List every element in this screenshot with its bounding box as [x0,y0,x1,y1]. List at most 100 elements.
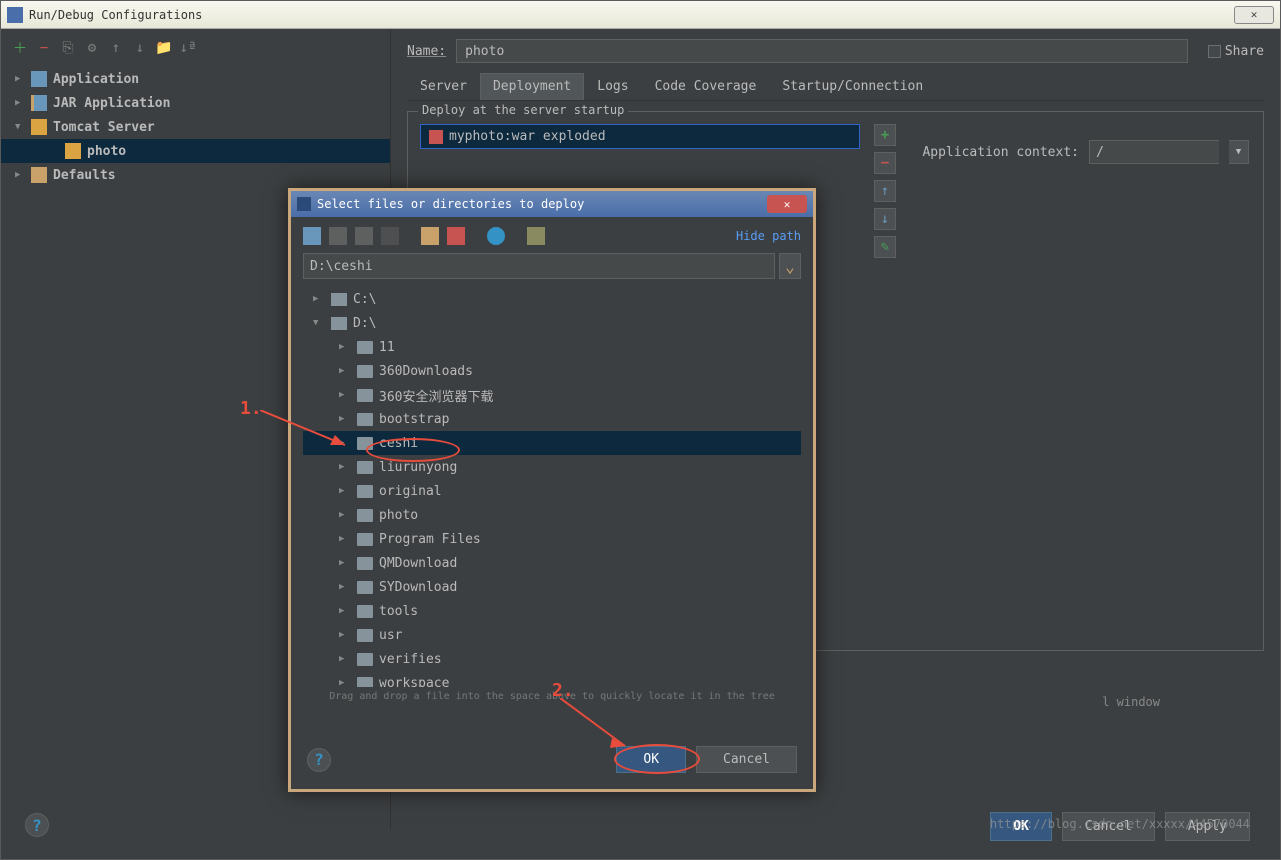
help-button[interactable]: ? [25,813,49,837]
appctx-dropdown-icon[interactable]: ▼ [1229,140,1249,164]
file-item[interactable]: ▶360安全浏览器下载 [303,383,801,407]
expand-icon[interactable]: ▶ [339,606,351,616]
file-label: 11 [379,340,395,355]
file-label: liurunyong [379,460,457,475]
file-item[interactable]: ▶ tools [303,599,801,623]
show-hidden-icon[interactable] [527,227,545,245]
tree-item-defaults[interactable]: ▶Defaults [1,163,390,187]
window-title: Run/Debug Configurations [29,8,202,22]
tree-item-tomcat-server[interactable]: ▼ Tomcat Server [1,115,390,139]
expand-icon[interactable]: ▼ [15,122,27,132]
tree-item-jar-application[interactable]: ▶JAR Application [1,91,390,115]
file-label: 360Downloads [379,364,473,379]
file-item[interactable]: ▶ceshi [303,431,801,455]
tab-code-coverage[interactable]: Code Coverage [642,73,770,100]
expand-icon[interactable]: ▶ [339,630,351,640]
new-folder-icon[interactable] [421,227,439,245]
file-item[interactable]: ▶ 11 [303,335,801,359]
expand-icon[interactable]: ▶ [339,438,351,448]
folder-icon [357,341,373,354]
folder-icon[interactable]: 📁 [155,39,173,57]
close-button[interactable]: ✕ [1234,6,1274,24]
path-input[interactable] [303,253,775,279]
hide-path-link[interactable]: Hide path [736,229,801,243]
tree-label: Tomcat Server [53,120,155,135]
dialog-close-button[interactable]: ✕ [767,195,807,213]
expand-icon[interactable]: ▶ [339,582,351,592]
dialog-body: Hide path ⌄ ▶C:\▼D:\ ▶ 11 ▶ 360Downloads ▶360… [291,217,813,787]
file-item[interactable]: ▶ liurunyong [303,455,801,479]
expand-icon[interactable]: ▼ [313,318,325,328]
expand-icon[interactable]: ▶ [339,510,351,520]
file-item[interactable]: ▶Program Files [303,527,801,551]
refresh-icon[interactable] [487,227,505,245]
up-artifact-button[interactable]: ↑ [874,180,896,202]
project-icon[interactable] [355,227,373,245]
up-icon[interactable]: ↑ [107,39,125,57]
artifact-item[interactable]: myphoto:war exploded [420,124,860,149]
file-label: bootstrap [379,412,449,427]
expand-icon[interactable]: ▶ [339,654,351,664]
home-icon[interactable] [303,227,321,245]
tree-item-photo[interactable]: photo [1,139,390,163]
desktop-icon[interactable] [329,227,347,245]
settings-icon[interactable]: ⚙ [83,39,101,57]
add-artifact-button[interactable]: + [874,124,896,146]
tomcat-icon [65,143,81,159]
tree-label: photo [87,144,126,159]
path-row: ⌄ [303,253,801,279]
file-item[interactable]: ▶C:\ [303,287,801,311]
file-item[interactable]: ▶usr [303,623,801,647]
file-item[interactable]: ▶SYDownload [303,575,801,599]
file-label: tools [379,604,418,619]
tab-deployment[interactable]: Deployment [480,73,584,100]
config-tree: ▶Application▶JAR Application ▼ Tomcat Serv… [1,61,390,193]
file-item[interactable]: ▶original [303,479,801,503]
expand-icon[interactable]: ▶ [15,170,27,180]
dialog-ok-button[interactable]: OK [616,746,686,773]
file-item[interactable]: ▶verifies [303,647,801,671]
module-icon[interactable] [381,227,399,245]
dialog-help-button[interactable]: ? [307,748,331,772]
expand-icon[interactable]: ▶ [339,486,351,496]
edit-artifact-button[interactable]: ✎ [874,236,896,258]
tree-item-application[interactable]: ▶Application [1,67,390,91]
file-item[interactable]: ▶ bootstrap [303,407,801,431]
folder-icon [357,653,373,666]
file-item[interactable]: ▶ 360Downloads [303,359,801,383]
share-checkbox[interactable] [1208,45,1221,58]
expand-icon[interactable]: ▶ [339,678,351,687]
expand-icon[interactable]: ▶ [339,414,351,424]
down-artifact-button[interactable]: ↓ [874,208,896,230]
name-label: Name: [407,44,446,59]
tab-server[interactable]: Server [407,73,480,100]
remove-config-icon[interactable]: − [35,39,53,57]
tab-startup-connection[interactable]: Startup/Connection [769,73,936,100]
file-item[interactable]: ▶QMDownload [303,551,801,575]
delete-icon[interactable] [447,227,465,245]
expand-icon[interactable]: ▶ [339,462,351,472]
remove-artifact-button[interactable]: − [874,152,896,174]
file-item[interactable]: ▶photo [303,503,801,527]
expand-icon[interactable]: ▶ [15,74,27,84]
expand-icon[interactable]: ▶ [339,390,351,400]
expand-icon[interactable]: ▶ [339,342,351,352]
down-icon[interactable]: ↓ [131,39,149,57]
appctx-input[interactable] [1089,140,1219,164]
expand-icon[interactable]: ▶ [15,98,27,108]
expand-icon[interactable]: ▶ [339,534,351,544]
share-checkbox-group[interactable]: Share [1208,44,1264,59]
tab-logs[interactable]: Logs [584,73,641,100]
file-tree: ▶C:\▼D:\▶11▶360Downloads▶360安全浏览器下载▶boot… [303,287,801,687]
jar-icon [31,95,47,111]
expand-icon[interactable]: ▶ [339,558,351,568]
dialog-cancel-button[interactable]: Cancel [696,746,797,773]
expand-icon[interactable]: ▶ [313,294,325,304]
add-config-icon[interactable]: ＋ [11,39,29,57]
file-item[interactable]: ▼D:\ [303,311,801,335]
expand-icon[interactable]: ▶ [339,366,351,376]
name-input[interactable] [456,39,1188,63]
copy-config-icon[interactable]: ⎘ [59,39,77,57]
sort-icon[interactable]: ↓ª [179,39,197,57]
path-history-icon[interactable]: ⌄ [779,253,801,279]
